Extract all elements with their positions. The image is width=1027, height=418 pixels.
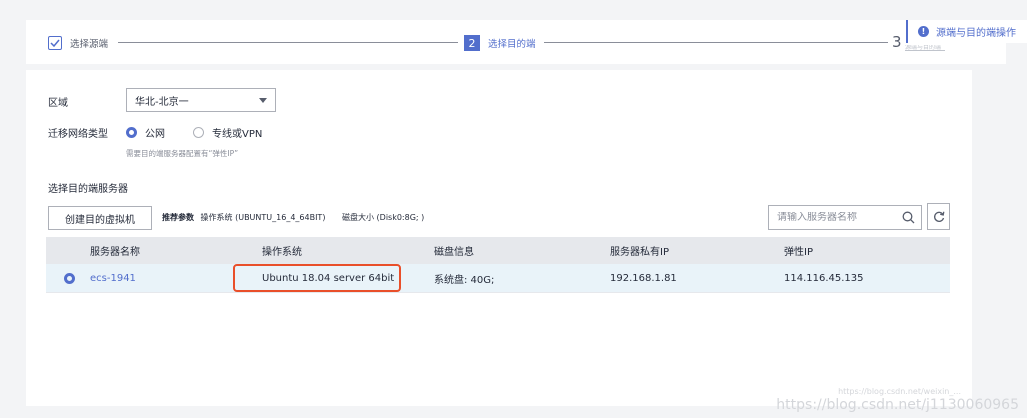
chevron-down-icon [259,97,267,103]
step-1-label: 选择源端 [70,39,109,50]
header-name: 服务器名称 [90,247,140,258]
server-search [768,205,922,230]
watermark-small: https://blog.csdn.net/weixin_... [838,387,961,396]
server-table: 服务器名称 操作系统 磁盘信息 服务器私有IP 弹性IP ecs-1941 Ub… [46,237,950,293]
step-connector [118,42,458,43]
recommend-label: 推荐参数 [162,213,194,222]
recommended-params: 推荐参数 操作系统 (UBUNTU_16_4_64BIT) 磁盘大小 (Disk… [162,212,424,223]
wizard-steps: 选择源端 2 选择目的端 3 源端与目的端 [26,20,1006,64]
region-label: 区域 [48,98,68,109]
network-hint: 需要目的端服务器配置有“弹性IP” [126,149,239,158]
step-2-label: 选择目的端 [488,39,536,50]
network-type-label: 迁移网络类型 [48,129,108,140]
radio-public-network[interactable] [126,127,137,138]
region-select[interactable]: 华北-北京一 [126,88,276,112]
region-value: 华北-北京一 [135,96,189,108]
server-private-ip: 192.168.1.81 [610,272,677,284]
step-3-label: 源端与目的端 [905,45,945,51]
create-vm-button[interactable]: 创建目的虚拟机 [48,206,152,230]
radio-label-vpn[interactable]: 专线或VPN [212,125,262,140]
step-2[interactable]: 2 选择目的端 [464,35,536,51]
check-icon [48,36,62,50]
server-name-link[interactable]: ecs-1941 [90,273,136,284]
header-disk: 磁盘信息 [434,247,474,258]
watermark: https://blog.csdn.net/j1130060965 [776,397,1019,413]
target-server-label: 选择目的端服务器 [48,184,128,195]
recommend-disk: 磁盘大小 (Disk0:8G; ) [342,213,425,222]
refresh-button[interactable] [927,203,950,230]
table-header: 服务器名称 操作系统 磁盘信息 服务器私有IP 弹性IP [46,237,950,264]
step-2-number: 2 [464,35,480,51]
info-icon: ! [918,26,929,37]
search-input[interactable] [777,212,887,223]
radio-label-public[interactable]: 公网 [145,125,165,140]
server-disk: 系统盘: 40G; [434,274,495,286]
step-connector [544,42,888,43]
search-icon[interactable] [902,211,915,224]
step-1[interactable]: 选择源端 [48,36,108,50]
os-highlight-box [233,264,401,292]
step-3-number[interactable]: 3 [892,33,902,51]
recommend-os: 操作系统 (UBUNTU_16_4_64BIT) [200,213,326,222]
header-elastic-ip: 弹性IP [784,247,813,258]
row-select-radio[interactable] [64,273,75,284]
header-os: 操作系统 [262,247,302,258]
refresh-icon [933,211,944,222]
header-private-ip: 服务器私有IP [610,247,669,258]
tip-text: 源端与目的端操作 [936,28,1016,39]
network-type-radios: 公网 专线或VPN [126,125,290,140]
table-row[interactable]: ecs-1941 Ubuntu 18.04 server 64bit 系统盘: … [46,264,950,293]
server-elastic-ip: 114.116.45.135 [784,272,864,284]
radio-vpn[interactable] [193,127,204,138]
main-panel: 区域 华北-北京一 迁移网络类型 公网 专线或VPN 需要目的端服务器配置有“弹… [26,70,972,406]
tip-pill[interactable]: ! 源端与目的端操作 [906,20,1027,43]
